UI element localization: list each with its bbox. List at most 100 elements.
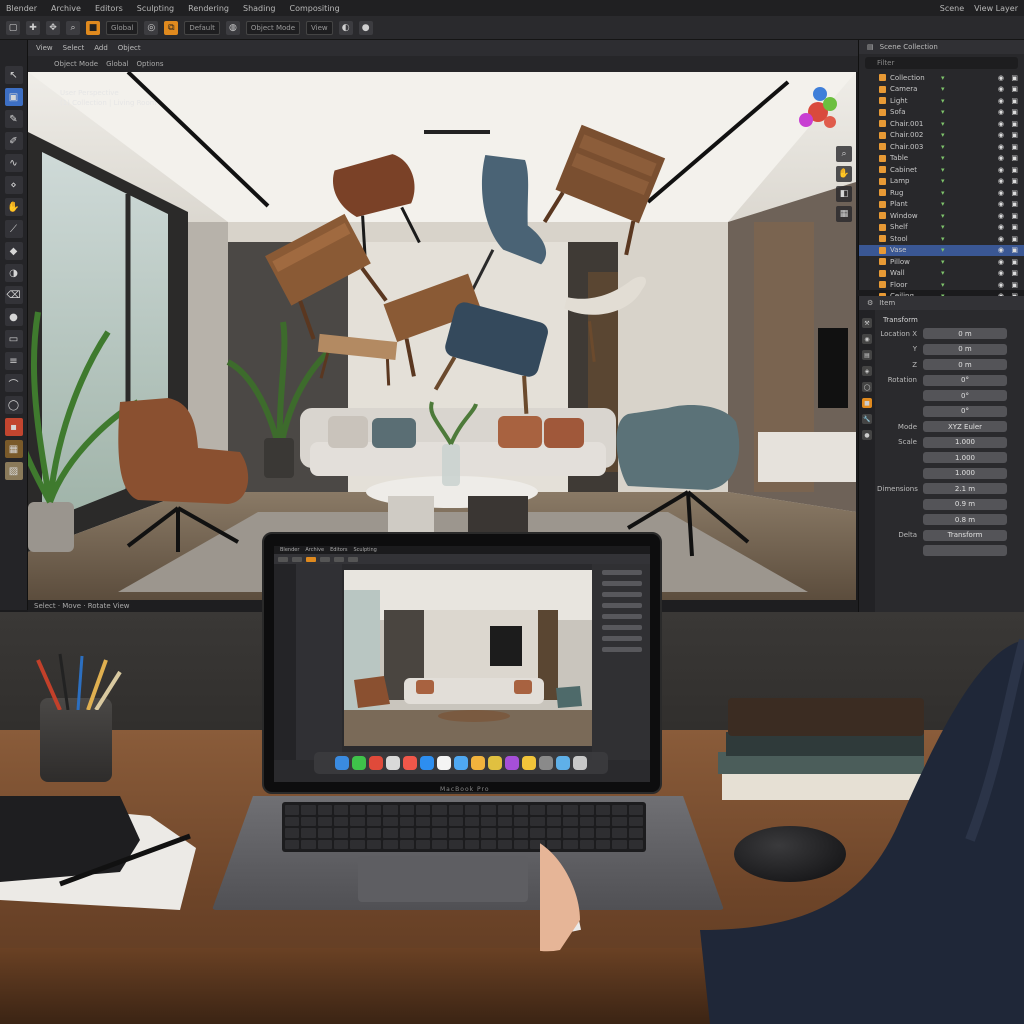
visibility-icon[interactable]: ◉ [998, 269, 1004, 277]
fill-icon[interactable]: ◆ [4, 242, 23, 260]
outliner-row[interactable]: Window ▾ ◉ ▣ [859, 210, 1024, 222]
property-field[interactable]: 1.000 [923, 436, 1007, 448]
render-icon[interactable]: ▣ [1011, 246, 1018, 254]
outliner-row[interactable]: Floor ▾ ◉ ▣ [859, 279, 1024, 291]
visibility-icon[interactable]: ◉ [998, 223, 1004, 231]
tweak-icon[interactable]: ↖ [4, 66, 23, 84]
outliner-row[interactable]: Collection ▾ ◉ ▣ [859, 72, 1024, 84]
render-icon[interactable]: ▣ [1011, 189, 1018, 197]
visibility-icon[interactable]: ◉ [998, 108, 1004, 116]
mode-field[interactable]: Object Mode [245, 20, 301, 35]
search-app-icon[interactable] [386, 756, 400, 770]
vp-menu-view[interactable]: View [36, 44, 53, 52]
property-field[interactable]: 1.000 [923, 452, 1007, 464]
visibility-icon[interactable]: ◉ [998, 189, 1004, 197]
color-swatch-icon[interactable]: ▪ [4, 418, 23, 436]
image-icon[interactable]: ▨ [4, 462, 23, 480]
zoom-icon[interactable]: ⌕ [836, 146, 852, 162]
flatten-icon[interactable]: ▭ [4, 330, 23, 348]
app-icon[interactable] [369, 756, 383, 770]
vp-options-dropdown[interactable]: Options [136, 60, 163, 68]
outliner-row[interactable]: Shelf ▾ ◉ ▣ [859, 222, 1024, 234]
property-field[interactable]: Transform [923, 529, 1007, 541]
visibility-icon[interactable]: ◉ [998, 235, 1004, 243]
pan-icon[interactable]: ✋ [836, 166, 852, 182]
property-field[interactable]: XYZ Euler [923, 421, 1007, 433]
music-icon[interactable] [403, 756, 417, 770]
draw-icon[interactable]: ✐ [4, 132, 23, 150]
outliner-row[interactable]: Stool ▾ ◉ ▣ [859, 233, 1024, 245]
property-field[interactable]: 0° [923, 405, 1007, 417]
outliner-row[interactable]: Rug ▾ ◉ ▣ [859, 187, 1024, 199]
property-field[interactable]: 0° [923, 390, 1007, 402]
camera-icon[interactable]: ◧ [836, 186, 852, 202]
render-icon[interactable]: ▣ [1011, 212, 1018, 220]
shading-icon[interactable]: ● [358, 20, 373, 35]
search-icon[interactable]: ⌕ [66, 20, 80, 35]
eraser-icon[interactable]: ⌫ [4, 286, 23, 304]
outliner-row[interactable]: Sofa ▾ ◉ ▣ [859, 107, 1024, 119]
mode-icon[interactable]: ■ [86, 20, 100, 35]
outliner-row[interactable]: Vase ▾ ◉ ▣ [859, 244, 1024, 256]
pivot-icon[interactable]: ◎ [144, 20, 159, 35]
messages-icon[interactable] [352, 756, 366, 770]
visibility-icon[interactable]: ◉ [998, 154, 1004, 162]
outliner-row[interactable]: Wall ▾ ◉ ▣ [859, 268, 1024, 280]
menu-item[interactable]: Blender [6, 4, 37, 13]
menu-item[interactable]: Shading [243, 4, 276, 13]
outliner-row[interactable]: Plant ▾ ◉ ▣ [859, 199, 1024, 211]
property-field[interactable] [923, 545, 1007, 557]
render-icon[interactable]: ▣ [1011, 223, 1018, 231]
render-icon[interactable]: ▣ [1011, 154, 1018, 162]
property-field[interactable]: 2.1 m [923, 483, 1007, 495]
visibility-icon[interactable]: ◉ [998, 120, 1004, 128]
overlay-icon[interactable]: ◐ [338, 20, 353, 35]
podcasts-icon[interactable] [505, 756, 519, 770]
select-icon[interactable]: ▣ [4, 88, 23, 106]
photos-icon[interactable] [471, 756, 485, 770]
property-field[interactable]: 0 m [923, 359, 1007, 371]
property-field[interactable]: 1.000 [923, 467, 1007, 479]
render-icon[interactable]: ▣ [1011, 74, 1018, 82]
material-tab-icon[interactable]: ● [862, 430, 872, 440]
grab-icon[interactable]: ✋ [4, 198, 23, 216]
render-icon[interactable]: ▣ [1011, 200, 1018, 208]
tool-tab-icon[interactable]: ⚒ [862, 318, 872, 328]
orientation-field[interactable]: Global [106, 20, 139, 35]
scene-tab-icon[interactable]: ◈ [862, 366, 872, 376]
outliner-row[interactable]: Light ▾ ◉ ▣ [859, 95, 1024, 107]
object-tab-icon[interactable]: ■ [862, 398, 872, 408]
visibility-icon[interactable]: ◉ [998, 200, 1004, 208]
output-tab-icon[interactable]: ▤ [862, 350, 872, 360]
outliner-row[interactable]: Lamp ▾ ◉ ▣ [859, 176, 1024, 188]
menu-item[interactable]: Archive [51, 4, 81, 13]
render-icon[interactable]: ▣ [1011, 131, 1018, 139]
outliner-row[interactable]: Chair.003 ▾ ◉ ▣ [859, 141, 1024, 153]
proportional-icon[interactable]: ◍ [225, 20, 240, 35]
select-box-icon[interactable]: ▢ [6, 20, 20, 35]
visibility-icon[interactable]: ◉ [998, 74, 1004, 82]
render-icon[interactable]: ▣ [1011, 108, 1018, 116]
render-icon[interactable]: ▣ [1011, 166, 1018, 174]
smooth-icon[interactable]: ∿ [4, 154, 23, 172]
safari-icon[interactable] [420, 756, 434, 770]
outliner-search[interactable]: Filter [865, 57, 1018, 69]
property-field[interactable]: 0.9 m [923, 498, 1007, 510]
outliner-row[interactable]: Pillow ▾ ◉ ▣ [859, 256, 1024, 268]
outliner-row[interactable]: Cabinet ▾ ◉ ▣ [859, 164, 1024, 176]
visibility-icon[interactable]: ◉ [998, 212, 1004, 220]
visibility-icon[interactable]: ◉ [998, 166, 1004, 174]
visibility-icon[interactable]: ◉ [998, 258, 1004, 266]
visibility-icon[interactable]: ◉ [998, 281, 1004, 289]
property-field[interactable]: 0.8 m [923, 514, 1007, 526]
render-icon[interactable]: ▣ [1011, 235, 1018, 243]
snap-field[interactable]: Default [184, 20, 220, 35]
render-icon[interactable]: ▣ [1011, 143, 1018, 151]
chrome-icon[interactable] [488, 756, 502, 770]
render-icon[interactable]: ▣ [1011, 85, 1018, 93]
snap-icon[interactable]: ⧉ [164, 20, 179, 35]
outliner-row[interactable]: Table ▾ ◉ ▣ [859, 153, 1024, 165]
finder-icon[interactable] [335, 756, 349, 770]
vp-menu-select[interactable]: Select [63, 44, 85, 52]
grid-icon[interactable]: ▦ [836, 206, 852, 222]
